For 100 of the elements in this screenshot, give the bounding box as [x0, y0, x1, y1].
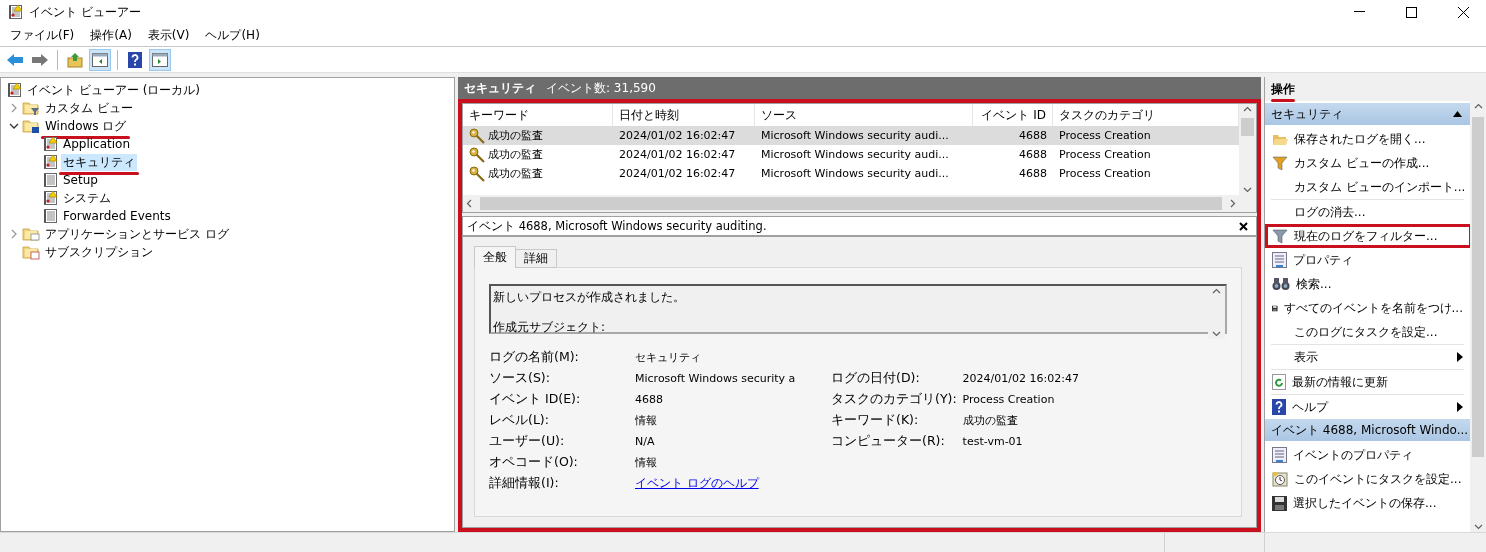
action-item[interactable]: 表示 [1265, 345, 1470, 369]
close-icon[interactable] [1239, 221, 1248, 231]
scroll-up-icon[interactable] [1243, 106, 1252, 112]
tree-item[interactable]: イベント ビューアー (ローカル) [25, 81, 202, 99]
tab[interactable]: 詳細 [515, 249, 557, 268]
field-value: 2024/01/02 16:02:47 [962, 371, 1079, 387]
action-item[interactable]: すべてのイベントを名前をつけ... [1265, 296, 1470, 320]
log-warning-icon [43, 190, 58, 206]
pane-title: セキュリティ [464, 79, 536, 97]
vertical-scrollbar[interactable] [1208, 286, 1225, 339]
scroll-down-icon[interactable] [1243, 187, 1252, 193]
scrollbar-thumb[interactable] [480, 197, 1222, 210]
action-item[interactable]: 検索... [1265, 272, 1470, 296]
tree-item[interactable]: Windows ログ [43, 117, 129, 135]
minimize-icon [1353, 11, 1365, 13]
folder-icon [1272, 132, 1288, 146]
table-cell-text: 2024/01/02 16:02:47 [618, 166, 737, 182]
action-item[interactable]: カスタム ビューの作成... [1265, 151, 1470, 175]
horizontal-scrollbar[interactable] [463, 195, 1239, 212]
maximize-icon [1405, 6, 1417, 18]
filter-icon [1272, 228, 1288, 244]
scroll-down-icon[interactable] [1473, 524, 1483, 530]
table-cell-text: Process Creation [1058, 147, 1152, 163]
field-label: タスクのカテゴリ(Y): [831, 390, 957, 408]
help-link[interactable]: イベント ログのヘルプ [635, 473, 759, 494]
tree-item[interactable]: アプリケーションとサービス ログ [43, 225, 231, 243]
clock-task-icon [1272, 471, 1288, 487]
menu-item[interactable]: 操作(A) [82, 26, 140, 44]
field-label: キーワード(K): [831, 411, 919, 429]
folder-icon [22, 226, 40, 242]
scrollbar-thumb[interactable] [1241, 118, 1254, 136]
table-cell-text: 4688 [1018, 166, 1048, 182]
tree-item[interactable]: Forwarded Events [61, 207, 173, 225]
pane-icon [92, 52, 108, 67]
action-item[interactable]: 保存されたログを開く... [1265, 127, 1470, 151]
table-cell-text: Microsoft Windows security audi... [760, 128, 950, 144]
window-title: イベント ビューアー [29, 3, 142, 21]
expand-chevron-icon[interactable] [9, 103, 19, 113]
event-title: イベント 4688, Microsoft Windows security auditing. [467, 218, 767, 234]
table-cell-text: Microsoft Windows security audi... [760, 166, 950, 182]
action-item[interactable]: カスタム ビューのインポート... [1265, 175, 1470, 199]
field-value: 成功の監査 [962, 413, 1018, 429]
table-cell-text: 2024/01/02 16:02:47 [618, 128, 737, 144]
subscription-folder-icon [22, 244, 40, 260]
section-header[interactable]: イベント 4688, Microsoft Windo... [1265, 419, 1470, 441]
scroll-left-icon[interactable] [466, 199, 472, 208]
log-warning-icon [7, 82, 22, 98]
key-icon [469, 127, 485, 144]
tree-item[interactable]: カスタム ビュー [43, 99, 135, 117]
collapse-chevron-icon[interactable] [9, 121, 19, 131]
tree-item[interactable]: Setup [61, 171, 100, 189]
tree-item[interactable]: サブスクリプション [43, 243, 155, 261]
action-item[interactable]: このイベントにタスクを設定... [1265, 467, 1470, 491]
menu-item[interactable]: ファイル(F) [2, 26, 83, 44]
vertical-scrollbar[interactable] [1470, 101, 1486, 532]
section-header[interactable]: セキュリティ [1265, 103, 1470, 125]
action-item[interactable]: 最新の情報に更新 [1265, 370, 1470, 394]
toolbar-button[interactable] [149, 48, 171, 71]
menu-item[interactable]: ヘルプ(H) [197, 26, 268, 44]
menu-item[interactable]: 表示(V) [139, 26, 198, 44]
field-value: 4688 [635, 392, 663, 408]
filter-folder-icon [22, 100, 40, 116]
action-item[interactable]: イベントのプロパティ [1265, 443, 1470, 467]
field-value: N/A [635, 434, 655, 450]
properties-icon [1272, 252, 1287, 268]
field-value: Microsoft Windows security a [635, 371, 796, 387]
scroll-right-icon[interactable] [1230, 199, 1236, 208]
tree-item[interactable]: システム [61, 189, 113, 207]
action-item[interactable]: 選択したイベントの保存... [1265, 491, 1470, 515]
event-row[interactable]: 成功の監査 2024/01/02 16:02:47 Microsoft Windows security audi... 4688 Process Creation [463, 126, 1239, 145]
scroll-up-icon[interactable] [1473, 103, 1483, 109]
table-cell-text: Microsoft Windows security audi... [760, 147, 950, 163]
description-text: 新しいプロセスが作成されました。 [493, 289, 685, 306]
filter-icon [1272, 155, 1288, 171]
tab[interactable]: 全般 [474, 246, 516, 268]
field-label: ソース(S): [489, 369, 550, 387]
vertical-scrollbar[interactable] [1239, 104, 1256, 195]
table-cell-text: 4688 [1018, 147, 1048, 163]
scrollbar-thumb[interactable] [1472, 117, 1484, 457]
forward-arrow-icon [31, 52, 49, 67]
tree-item[interactable]: Application [61, 135, 133, 153]
help-icon [1272, 399, 1286, 415]
action-item[interactable]: ヘルプ [1265, 395, 1470, 419]
action-item[interactable]: このログにタスクを設定... [1265, 320, 1470, 344]
collapse-triangle-icon[interactable] [1453, 111, 1462, 117]
action-item[interactable]: 現在のログをフィルター... [1265, 224, 1470, 248]
toolbar-button[interactable] [89, 48, 111, 71]
scroll-down-icon[interactable] [1212, 331, 1221, 337]
action-item[interactable]: プロパティ [1265, 248, 1470, 272]
action-item[interactable]: ログの消去... [1265, 200, 1470, 224]
log-warning-icon [43, 154, 58, 170]
folder-up-icon [67, 51, 83, 68]
table-cell: 成功の監査 [463, 145, 613, 164]
field-label: オペコード(O): [489, 453, 578, 471]
field-value: セキュリティ [635, 350, 701, 366]
field-value: 情報 [635, 413, 657, 429]
scroll-up-icon[interactable] [1212, 288, 1221, 294]
field-label: レベル(L): [489, 411, 549, 429]
expand-chevron-icon[interactable] [9, 229, 19, 239]
field-label: ログの日付(D): [831, 369, 920, 387]
